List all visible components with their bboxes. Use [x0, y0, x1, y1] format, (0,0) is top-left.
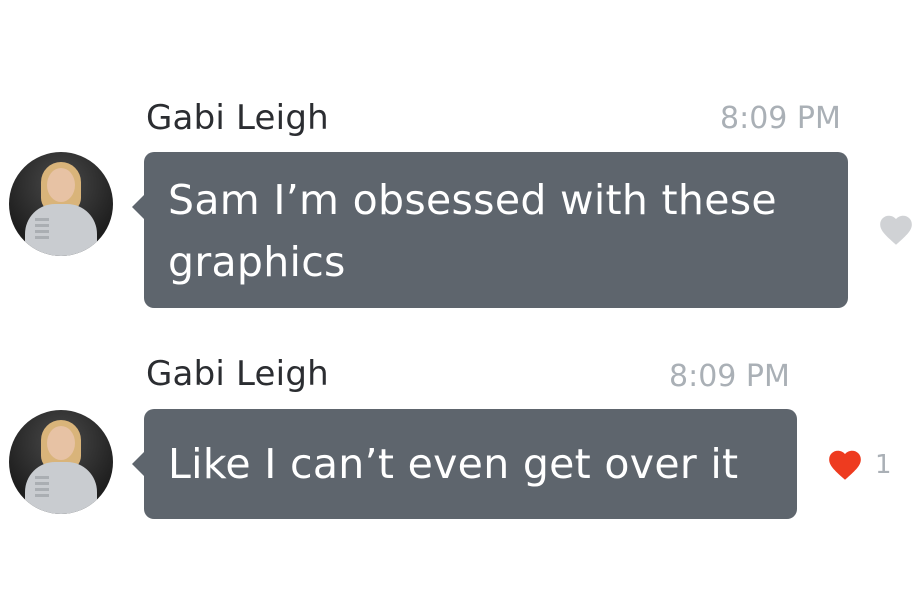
- like-count: 1: [875, 450, 892, 480]
- heart-outline-icon[interactable]: [877, 211, 915, 249]
- sender-name: Gabi Leigh: [146, 354, 329, 394]
- message-text: Like I can’t even get over it: [168, 440, 739, 488]
- message-bubble[interactable]: Sam I’m obsessed with these graphics: [132, 152, 848, 308]
- message-timestamp: 8:09 PM: [669, 359, 790, 394]
- avatar-shirt-print: [35, 218, 49, 240]
- sender-name: Gabi Leigh: [146, 98, 329, 138]
- avatar-face: [47, 168, 75, 202]
- message-bubble[interactable]: Like I can’t even get over it: [132, 409, 797, 519]
- avatar-shirt-print: [35, 476, 49, 498]
- avatar[interactable]: [9, 152, 113, 256]
- message-text: Sam I’m obsessed with these graphics: [168, 176, 777, 286]
- heart-filled-icon[interactable]: [826, 446, 864, 484]
- avatar-face: [47, 426, 75, 460]
- avatar[interactable]: [9, 410, 113, 514]
- message-timestamp: 8:09 PM: [720, 101, 841, 136]
